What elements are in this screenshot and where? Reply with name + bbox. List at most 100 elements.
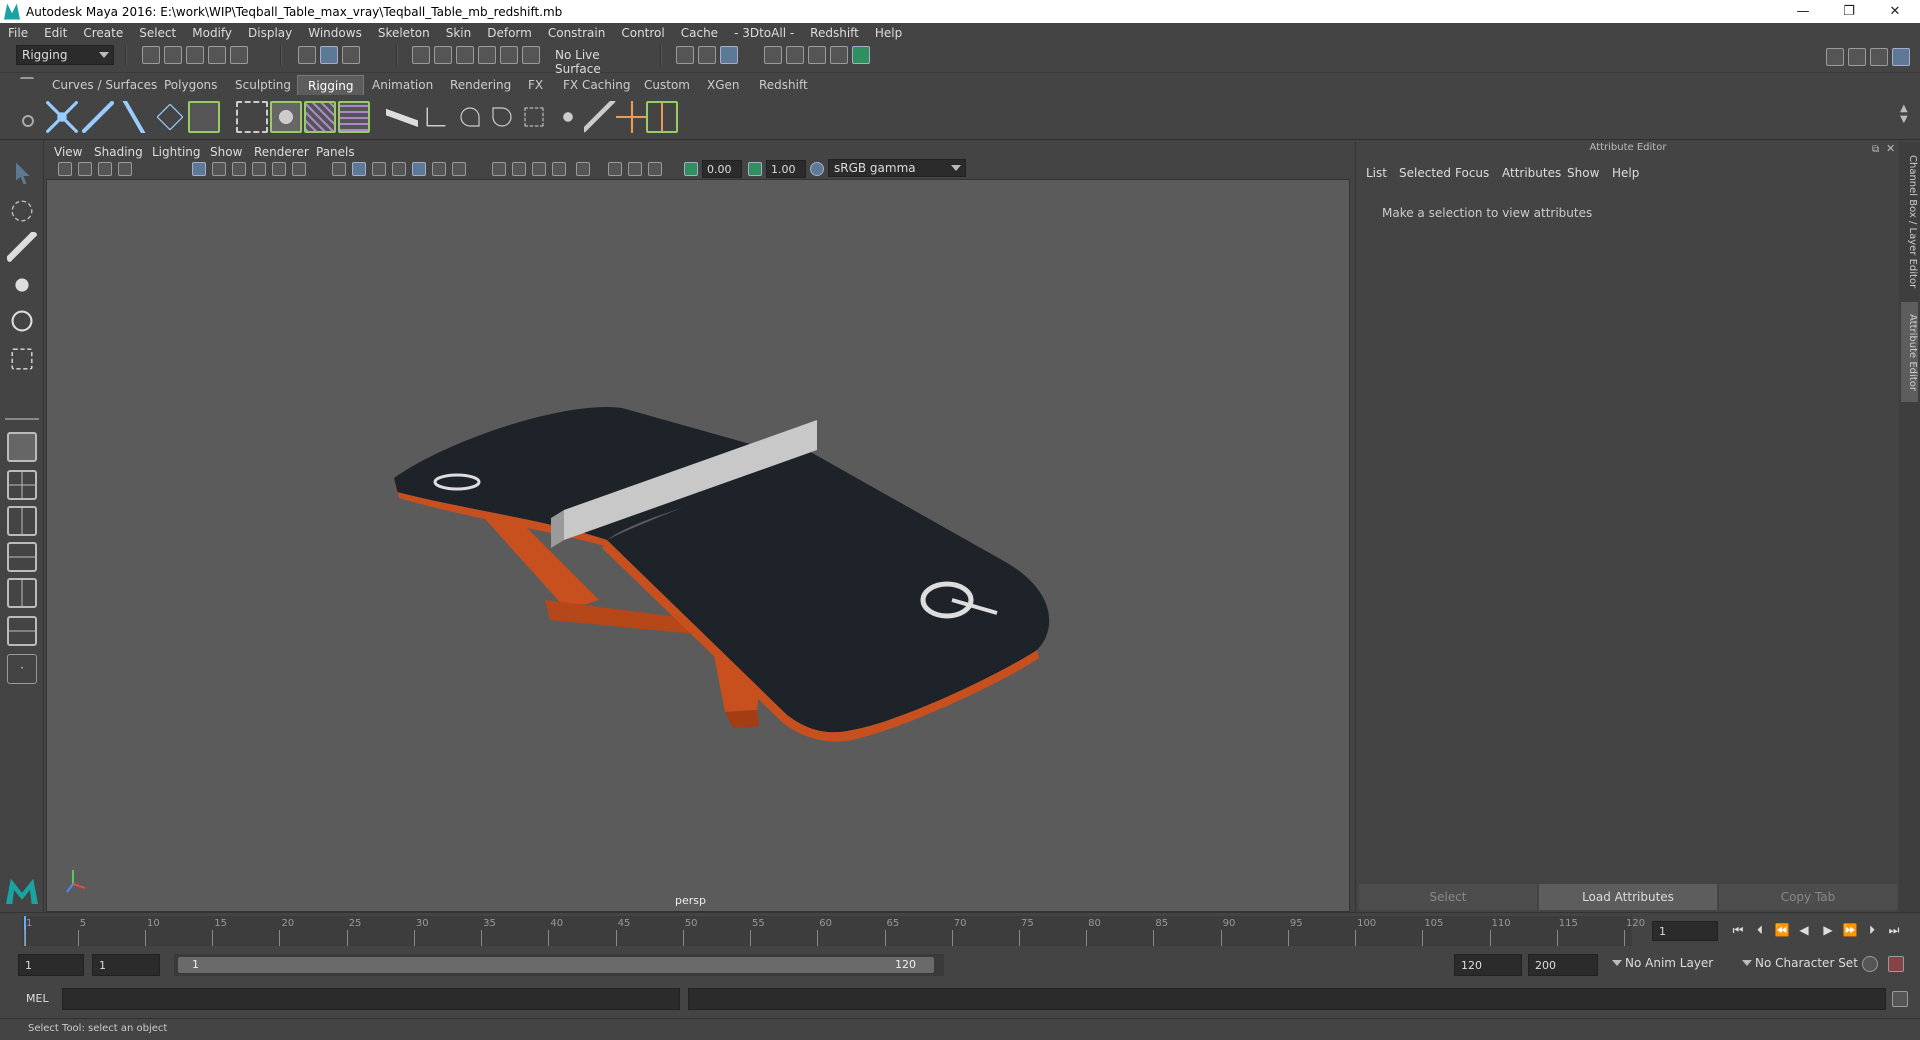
redshift-render-icon[interactable] [852,46,870,64]
locator-icon[interactable] [616,101,648,133]
bind-skin-icon[interactable] [236,101,268,133]
play-backwards-icon[interactable]: ◀ [1796,922,1812,938]
menu-modify[interactable]: Modify [184,26,240,40]
snap-live-icon[interactable] [500,46,518,64]
ae-menu-list[interactable]: List [1366,166,1387,180]
perspective-viewport[interactable]: persp [46,179,1350,912]
minimize-button[interactable]: — [1780,0,1826,23]
mirror-joint-icon[interactable] [118,101,150,133]
ae-load-attributes-button[interactable]: Load Attributes [1539,884,1717,910]
lattice-icon[interactable] [338,101,370,133]
step-forward-frame-icon[interactable]: ⏵ [1864,922,1880,938]
snap-curve-icon[interactable] [434,46,452,64]
shelf-tab-fx-caching[interactable]: FX Caching [553,75,640,95]
ae-copy-tab-button[interactable]: Copy Tab [1719,884,1897,910]
scale-constraint-icon[interactable] [524,107,544,127]
parent-constraint-icon[interactable] [426,107,446,127]
range-slider-track[interactable]: 1 120 [174,954,944,976]
time-slider[interactable]: 1 5 10 15 20 25 30 35 40 45 50 55 60 65 70 75 80 85 90 95 10… [0,912,1920,948]
color-space-dropdown[interactable]: sRGB gamma [828,159,966,177]
history-icon[interactable] [676,46,694,64]
persp-outliner-layout-icon[interactable] [7,506,37,536]
persp-graph-layout-icon[interactable] [7,542,37,572]
ae-menu-help[interactable]: Help [1612,166,1639,180]
shelf-tab-sculpting[interactable]: Sculpting [225,75,301,95]
shelf-tab-polygons[interactable]: Polygons [154,75,227,95]
current-frame-field[interactable]: 1 [1652,921,1718,941]
animation-preferences-icon[interactable] [1888,956,1904,972]
command-input[interactable] [62,988,680,1010]
undo-icon[interactable] [208,46,226,64]
snap-rotate-icon[interactable] [522,46,540,64]
menu-skin[interactable]: Skin [438,26,480,40]
ae-menu-focus[interactable]: Focus [1455,166,1489,180]
time-ruler[interactable]: 1 5 10 15 20 25 30 35 40 45 50 55 60 65 70 75 80 85 90 95 10… [22,916,1645,946]
exposure-field[interactable]: 0.00 [702,160,742,178]
outliner-persp-layout-icon[interactable] [7,616,37,646]
channel-box-tab[interactable]: Channel Box / Layer Editor [1901,152,1918,292]
menu-control[interactable]: Control [613,26,672,40]
go-to-end-icon[interactable]: ⏭ [1886,922,1902,938]
default-material-icon[interactable] [372,162,386,176]
single-perspective-layout-icon[interactable] [7,432,37,462]
persp-hypershade-layout-icon[interactable] [7,578,37,608]
ipr-icon[interactable] [720,46,738,64]
gate-mask-icon[interactable] [252,162,266,176]
menu-file[interactable]: File [0,26,36,40]
exposure-icon[interactable] [684,162,698,176]
bookmark-icon[interactable] [98,162,112,176]
orient-joint-icon[interactable] [156,103,184,131]
select-tool-icon[interactable] [16,162,30,185]
viewport-menu-view[interactable]: View [54,145,82,159]
menu-windows[interactable]: Windows [300,26,370,40]
viewport-menu-renderer[interactable]: Renderer [254,145,309,159]
shelf-tab-rigging[interactable]: Rigging [297,75,365,95]
menu-redshift[interactable]: Redshift [802,26,867,40]
character-set-dropdown[interactable]: No Character Set [1742,954,1868,974]
animation-start-field[interactable]: 1 [18,954,84,976]
use-all-lights-icon[interactable] [432,162,446,176]
insert-joint-icon[interactable] [82,101,114,133]
point-constraint-icon[interactable] [460,107,480,127]
menu-deform[interactable]: Deform [479,26,540,40]
ae-menu-selected[interactable]: Selected [1399,166,1451,180]
move-tool-icon[interactable] [7,270,37,300]
shelf-tab-curves-surfaces[interactable]: Curves / Surfaces [42,75,167,95]
shelf-tab-animation[interactable]: Animation [362,75,443,95]
wireframe-icon[interactable] [332,162,346,176]
menu-create[interactable]: Create [75,26,131,40]
shelf-tab-custom[interactable]: Custom [634,75,700,95]
construction-history-icon[interactable] [698,46,716,64]
viewport-menu-panels[interactable]: Panels [316,145,355,159]
playback-start-field[interactable]: 1 [92,954,160,976]
menu-display[interactable]: Display [240,26,300,40]
auto-key-icon[interactable] [1862,956,1878,972]
range-slider-handle[interactable]: 1 120 [178,957,934,973]
four-view-layout-icon[interactable] [7,470,37,500]
attribute-editor-toggle-icon[interactable] [1870,48,1888,66]
open-scene-icon[interactable] [164,46,182,64]
new-scene-icon[interactable] [142,46,160,64]
shadows-icon[interactable] [452,162,466,176]
aim-constraint-icon[interactable] [552,101,584,133]
orient-constraint-icon[interactable] [492,107,512,127]
snap-grid-icon[interactable] [412,46,430,64]
tool-settings-icon[interactable] [1892,48,1910,66]
resolution-gate-icon[interactable] [232,162,246,176]
render-region-icon[interactable] [786,46,804,64]
gamma-icon[interactable] [748,162,762,176]
redo-icon[interactable] [230,46,248,64]
film-gate-icon[interactable] [212,162,226,176]
ik-handle-icon[interactable] [188,101,220,133]
close-button[interactable]: ✕ [1872,0,1918,23]
pole-vector-icon[interactable] [584,101,616,133]
render-settings-icon[interactable] [808,46,826,64]
step-back-key-icon[interactable]: ⏪ [1774,922,1790,938]
xray-joints-icon[interactable] [648,162,662,176]
viewport-menu-lighting[interactable]: Lighting [152,145,201,159]
viewport-menu-shading[interactable]: Shading [94,145,143,159]
shelf-tab-redshift[interactable]: Redshift [749,75,818,95]
snap-view-plane-icon[interactable] [478,46,496,64]
isolate-select-icon[interactable] [576,162,590,176]
close-panel-icon[interactable]: ✕ [1886,142,1895,155]
